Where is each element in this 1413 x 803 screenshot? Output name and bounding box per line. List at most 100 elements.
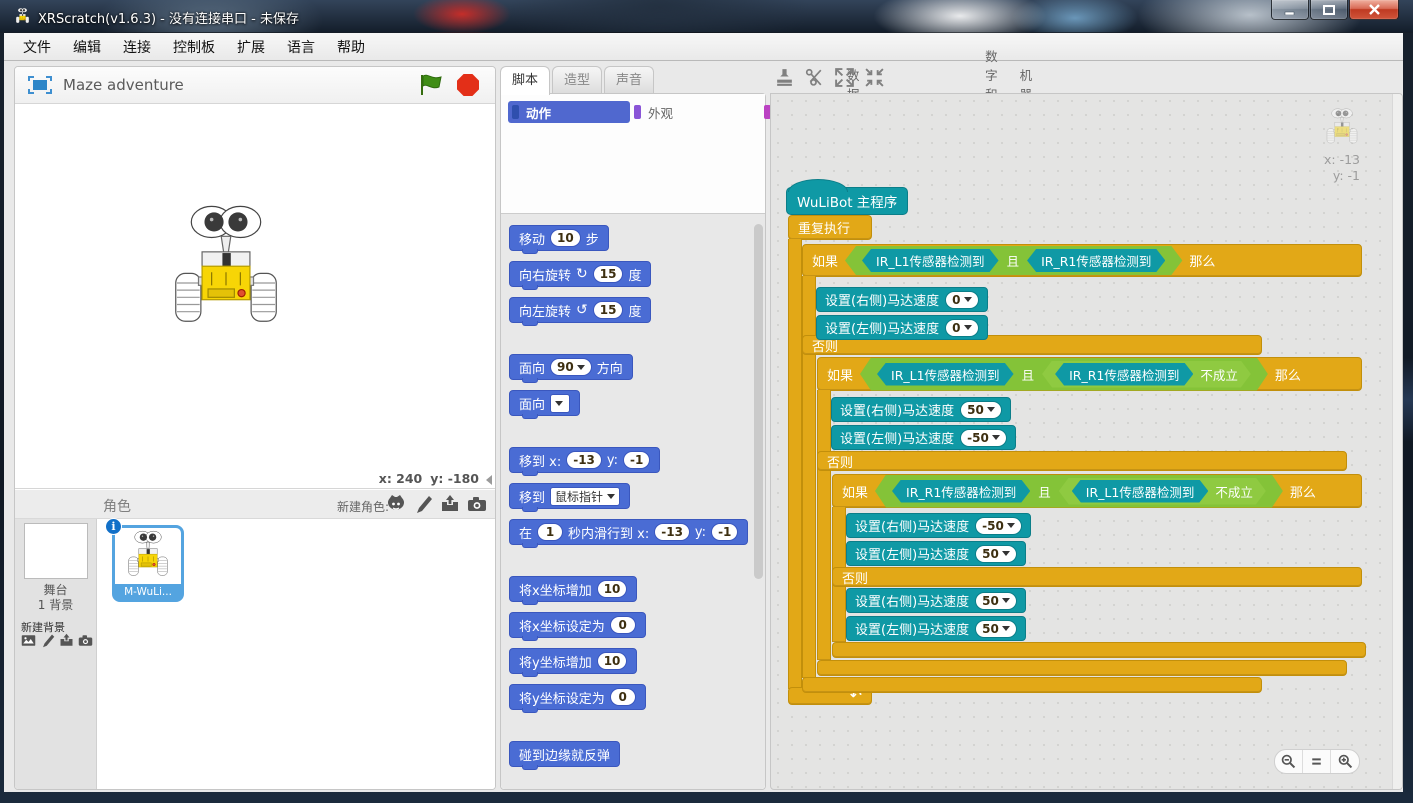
- palette-block-13[interactable]: 将y坐标增加10: [509, 648, 637, 674]
- speed-dropdown[interactable]: 0: [945, 291, 978, 309]
- zoom-in-button[interactable]: [1331, 750, 1359, 773]
- new-sprite-sprite-icon[interactable]: [386, 494, 406, 514]
- green-flag-icon[interactable]: [419, 74, 443, 96]
- else-bar-2[interactable]: 否则: [817, 451, 1347, 471]
- menu-编辑[interactable]: 编辑: [62, 34, 112, 60]
- robot-sprite[interactable]: [165, 204, 287, 338]
- motor-speed-block-5[interactable]: 设置(右侧)马达速度-50: [846, 513, 1031, 538]
- palette-block-0[interactable]: 移动10步: [509, 225, 609, 251]
- stage-canvas[interactable]: [15, 104, 495, 470]
- maximize-button[interactable]: [1310, 0, 1348, 20]
- number-input[interactable]: -1: [711, 523, 738, 541]
- sprite-card-mwulibot[interactable]: i M-WuLi...: [112, 525, 184, 602]
- scissors-icon[interactable]: [804, 67, 825, 88]
- menu-控制板[interactable]: 控制板: [162, 34, 226, 60]
- palette-block-5[interactable]: 面向: [509, 390, 580, 416]
- number-input[interactable]: 1: [537, 523, 563, 541]
- condition-ir-r1[interactable]: IR_R1传感器检测到: [1027, 249, 1165, 272]
- speed-dropdown[interactable]: 50: [975, 620, 1017, 638]
- motor-speed-block-6[interactable]: 设置(左侧)马达速度50: [846, 541, 1026, 566]
- speed-dropdown[interactable]: 0: [945, 319, 978, 337]
- collapse-arrow-icon[interactable]: [486, 475, 492, 485]
- speed-dropdown[interactable]: -50: [960, 429, 1007, 447]
- number-input[interactable]: 0: [610, 616, 636, 634]
- palette-block-8[interactable]: 移到鼠标指针: [509, 483, 630, 509]
- not-block-3[interactable]: IR_L1传感器检测到 不成立: [1059, 478, 1266, 505]
- script-scrollbar[interactable]: [1392, 94, 1402, 789]
- new-sprite-brush-icon[interactable]: [413, 494, 433, 514]
- number-input[interactable]: -13: [654, 523, 690, 541]
- motor-speed-block-2[interactable]: 设置(左侧)马达速度0: [816, 315, 988, 340]
- palette-scrollbar[interactable]: [754, 224, 763, 579]
- number-input[interactable]: 10: [550, 229, 581, 247]
- scripts-area[interactable]: x: -13 y: -1 WuLiBot 主程序 重复执行 ↷ 如果 IR_L1…: [770, 93, 1403, 790]
- if-block-2[interactable]: 如果 IR_L1传感器检测到 且 IR_R1传感器检测到 不成立 那么: [817, 357, 1362, 391]
- speed-dropdown[interactable]: 50: [975, 545, 1017, 563]
- fullscreen-icon[interactable]: [28, 76, 52, 94]
- zoom-reset-button[interactable]: [1303, 750, 1331, 773]
- number-input[interactable]: 0: [610, 688, 636, 706]
- number-input[interactable]: 10: [597, 652, 628, 670]
- palette-block-2[interactable]: 向左旋转↺15度: [509, 297, 651, 323]
- motor-speed-block-4[interactable]: 设置(左侧)马达速度-50: [831, 425, 1016, 450]
- forever-block[interactable]: 重复执行: [788, 215, 872, 240]
- close-button[interactable]: [1349, 0, 1399, 20]
- and-block-1[interactable]: IR_L1传感器检测到 且 IR_R1传感器检测到: [845, 246, 1182, 275]
- menu-连接[interactable]: 连接: [112, 34, 162, 60]
- and-block-2[interactable]: IR_L1传感器检测到 且 IR_R1传感器检测到 不成立: [860, 358, 1268, 391]
- and-block-3[interactable]: IR_R1传感器检测到 且 IR_L1传感器检测到 不成立: [875, 475, 1283, 508]
- speed-dropdown[interactable]: -50: [975, 517, 1022, 535]
- palette-block-1[interactable]: 向右旋转↻15度: [509, 261, 651, 287]
- motor-speed-block-7[interactable]: 设置(右侧)马达速度50: [846, 588, 1026, 613]
- category-外观[interactable]: 外观: [630, 101, 760, 123]
- palette-block-9[interactable]: 在1秒内滑行到 x:-13y:-1: [509, 519, 748, 545]
- tab-声音[interactable]: 声音: [604, 66, 654, 94]
- palette-block-7[interactable]: 移到 x:-13y:-1: [509, 447, 660, 473]
- palette-block-11[interactable]: 将x坐标增加10: [509, 576, 637, 602]
- number-input[interactable]: 15: [593, 301, 624, 319]
- category-动作[interactable]: 动作: [508, 101, 630, 123]
- if-block-1[interactable]: 如果 IR_L1传感器检测到 且 IR_R1传感器检测到 那么: [802, 244, 1362, 277]
- new-backdrop-brush-icon[interactable]: [40, 633, 55, 648]
- dropdown-menu[interactable]: [550, 394, 570, 413]
- sprite-info-badge[interactable]: i: [105, 518, 122, 535]
- menu-文件[interactable]: 文件: [12, 34, 62, 60]
- palette-block-16[interactable]: 碰到边缘就反弹: [509, 741, 620, 767]
- speed-dropdown[interactable]: 50: [975, 592, 1017, 610]
- new-sprite-upload-icon[interactable]: [440, 494, 460, 514]
- menu-语言[interactable]: 语言: [276, 34, 326, 60]
- menu-帮助[interactable]: 帮助: [326, 34, 376, 60]
- number-input[interactable]: 15: [593, 265, 624, 283]
- stamp-icon[interactable]: [774, 67, 795, 88]
- minimize-button[interactable]: [1271, 0, 1309, 20]
- new-sprite-camera-icon[interactable]: [467, 494, 487, 514]
- script-stack[interactable]: WuLiBot 主程序 重复执行 ↷ 如果 IR_L1传感器检测到 且 IR_R…: [771, 94, 1402, 789]
- new-backdrop-camera-icon[interactable]: [78, 633, 93, 648]
- motor-speed-block-1[interactable]: 设置(右侧)马达速度0: [816, 287, 988, 312]
- menu-扩展[interactable]: 扩展: [226, 34, 276, 60]
- palette-block-14[interactable]: 将y坐标设定为0: [509, 684, 646, 710]
- new-backdrop-image-icon[interactable]: [21, 633, 36, 648]
- dropdown-oval[interactable]: 90: [550, 358, 592, 376]
- else-bar-3[interactable]: 否则: [832, 567, 1362, 587]
- hat-block-wulibot-main[interactable]: WuLiBot 主程序: [786, 187, 908, 215]
- grow-icon[interactable]: [834, 67, 855, 88]
- condition-ir-l1[interactable]: IR_L1传感器检测到: [862, 249, 999, 272]
- dropdown-menu[interactable]: 鼠标指针: [550, 487, 620, 506]
- shrink-icon[interactable]: [864, 67, 885, 88]
- if-block-3[interactable]: 如果 IR_R1传感器检测到 且 IR_L1传感器检测到 不成立 那么: [832, 474, 1362, 508]
- zoom-out-button[interactable]: [1275, 750, 1303, 773]
- stage-thumbnail[interactable]: [24, 523, 88, 579]
- number-input[interactable]: 10: [597, 580, 628, 598]
- new-backdrop-upload-icon[interactable]: [59, 633, 74, 648]
- palette-block-4[interactable]: 面向90方向: [509, 354, 633, 380]
- number-input[interactable]: -1: [623, 451, 650, 469]
- not-block-2[interactable]: IR_R1传感器检测到 不成立: [1042, 361, 1251, 388]
- tab-脚本[interactable]: 脚本: [500, 66, 550, 95]
- number-input[interactable]: -13: [566, 451, 602, 469]
- motor-speed-block-8[interactable]: 设置(左侧)马达速度50: [846, 616, 1026, 641]
- tab-造型[interactable]: 造型: [552, 66, 602, 94]
- stop-icon[interactable]: [457, 74, 479, 96]
- palette-block-12[interactable]: 将x坐标设定为0: [509, 612, 646, 638]
- speed-dropdown[interactable]: 50: [960, 401, 1002, 419]
